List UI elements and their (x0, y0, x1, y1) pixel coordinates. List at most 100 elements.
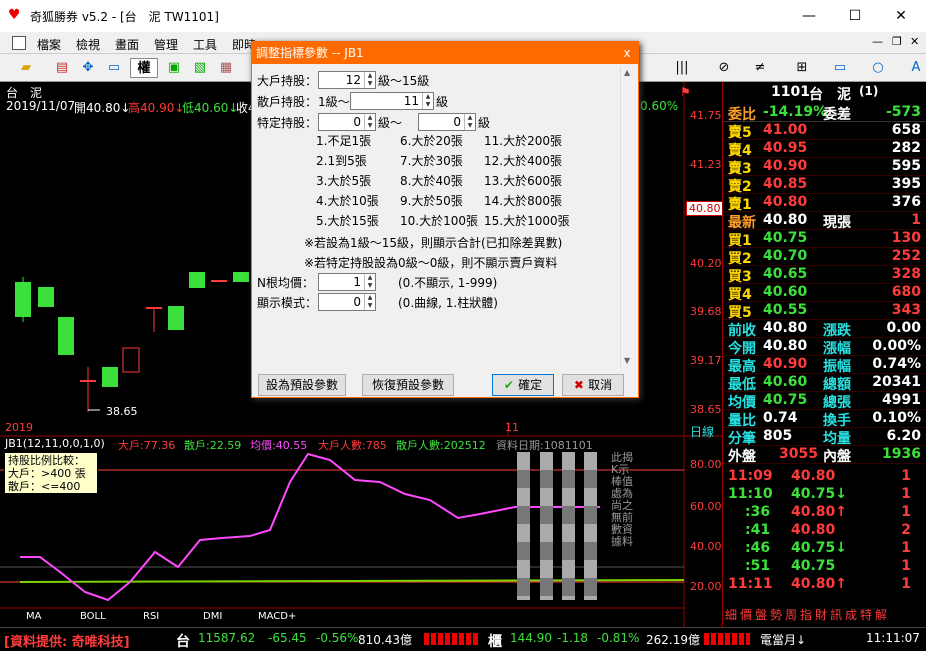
rights-button[interactable]: 權 (130, 58, 158, 78)
small-holder-input[interactable]: 11 ▲ ▼ (350, 92, 434, 110)
ellipse-tool-icon[interactable]: ○ (868, 58, 888, 78)
stat-row[interactable]: 分筆 805 均量 6.20 (723, 428, 926, 447)
spin-icon[interactable]: ▲ ▼ (364, 274, 375, 290)
big-holder-input[interactable]: 12 ▲ ▼ (318, 71, 376, 89)
specific-to-input[interactable]: 0 ▲ ▼ (418, 113, 476, 131)
spin-icon[interactable]: ▲ ▼ (422, 93, 433, 109)
ask-row[interactable]: 賣4 40.95 282 (723, 140, 926, 159)
price-axis-label: 41.23 (690, 158, 722, 171)
tick-row[interactable]: 11:10 40.75↓ 1 (723, 486, 926, 504)
mdi-minimize-button[interactable]: — (872, 35, 883, 48)
cancel-button[interactable]: ✖ 取消 (562, 374, 624, 396)
outin-row[interactable]: 外盤 3055 內盤 1936 (723, 446, 926, 465)
stat-value2: 20341 (872, 374, 921, 390)
eraser-icon[interactable]: ▦ (216, 58, 236, 78)
bid-row[interactable]: 買2 40.70 252 (723, 248, 926, 267)
tick-time: 11:11 (728, 576, 773, 592)
dialog-scrollbar[interactable]: ▲ ▼ (620, 66, 636, 368)
tw-pct: -0.56% (316, 631, 359, 645)
bid-label: 買3 (728, 269, 752, 285)
tab-boll[interactable]: BOLL (80, 611, 106, 622)
tick-row[interactable]: :41 40.80 2 (723, 522, 926, 540)
spin-icon[interactable]: ▲ ▼ (364, 114, 375, 130)
quote-bottom-tabs[interactable]: 細價盤勢周指財訊成特解 (725, 606, 925, 624)
dialog-close-button[interactable]: x (618, 44, 636, 62)
cross-icon: ✖ (573, 378, 589, 392)
display-mode-input[interactable]: 0 ▲ ▼ (318, 293, 376, 311)
menu-view[interactable]: 檢視 (76, 36, 100, 53)
ask-row[interactable]: 賣2 40.85 395 (723, 176, 926, 195)
minimize-button[interactable]: — (786, 0, 832, 32)
bid-row[interactable]: 買3 40.65 328 (723, 266, 926, 285)
chart-pct: 0.60% (640, 99, 679, 113)
ok-button[interactable]: ✔ 確定 (492, 374, 554, 396)
stat-row[interactable]: 前收 40.80 漲跌 0.00 (723, 320, 926, 339)
last-row[interactable]: 最新 40.80 現張 1 (723, 212, 926, 231)
axis-mode-label[interactable]: 日線 (690, 423, 714, 440)
stat-row[interactable]: 最高 40.90 振幅 0.74% (723, 356, 926, 375)
bid-row[interactable]: 買5 40.55 343 (723, 302, 926, 321)
stat-row[interactable]: 量比 0.74 換手 0.10% (723, 410, 926, 429)
tick-row[interactable]: :46 40.75↓ 1 (723, 540, 926, 558)
otc-change: -1.18 (557, 631, 589, 645)
tick-row[interactable]: :51 40.75 1 (723, 558, 926, 576)
rect-tool-icon[interactable]: ▭ (830, 58, 850, 78)
scroll-up-icon[interactable]: ▲ (624, 68, 630, 77)
maximize-button[interactable]: ☐ (832, 0, 878, 32)
tab-macd[interactable]: MACD+ (258, 611, 296, 622)
tick-price: 40.80↑ (791, 576, 848, 592)
restore-default-button[interactable]: 恢復預設參數 (362, 374, 454, 396)
bid-row[interactable]: 買1 40.75 130 (723, 230, 926, 249)
tick-row[interactable]: 11:11 40.80↑ 1 (723, 576, 926, 594)
indicator-params-dialog: 調整指標參數 -- JB1 x 大戶持股： 12 ▲ ▼ 級～15級 散戶持股： 1… (251, 41, 639, 398)
monthly-revenue[interactable]: 電當月↓ (760, 631, 806, 648)
mdi-close-button[interactable]: ✕ (910, 35, 919, 48)
tab-dmi[interactable]: DMI (203, 611, 222, 622)
quote-panel: 1101 台 泥 (1) 委比 -14.19% 委差 -573 賣5 41.00 6… (722, 82, 926, 627)
pattern-tool-icon[interactable]: ▧ (190, 58, 210, 78)
open-folder-icon[interactable]: ▰ (16, 58, 36, 78)
grid-tool-icon[interactable]: ⊞ (792, 58, 812, 78)
set-default-button[interactable]: 設為預設參數 (258, 374, 346, 396)
month-label: 11 (505, 421, 519, 434)
check-icon: ✔ (503, 378, 519, 392)
specific-from-input[interactable]: 0 ▲ ▼ (318, 113, 376, 131)
ask-row[interactable]: 賣3 40.90 595 (723, 158, 926, 177)
menu-manage[interactable]: 管理 (154, 36, 178, 53)
indicator-big: 大戶:77.36 (118, 439, 176, 452)
spin-icon[interactable]: ▲ ▼ (464, 114, 475, 130)
level-option: 11.大於200張 (484, 134, 562, 148)
tick-row[interactable]: 11:09 40.80 1 (723, 468, 926, 486)
tab-ma[interactable]: MA (26, 611, 41, 622)
ask-row[interactable]: 賣5 41.00 658 (723, 122, 926, 141)
low-mark-label: 38.65 (106, 405, 138, 418)
move-icon[interactable]: ✥ (78, 58, 98, 78)
menu-file[interactable]: 檔案 (37, 36, 61, 53)
last-volume: 1 (911, 212, 921, 228)
weibi-label: 委比 (728, 107, 756, 123)
spin-icon[interactable]: ▲ ▼ (364, 72, 375, 88)
panel-icon[interactable]: ▭ (104, 58, 124, 78)
layout-icon[interactable]: ▤ (52, 58, 72, 78)
color-tool-icon[interactable]: ▣ (164, 58, 184, 78)
close-button[interactable]: ✕ (878, 0, 924, 32)
diagonal-tool-icon[interactable]: ⊘ (714, 58, 734, 78)
ind-axis-label: 40.00 (690, 540, 722, 553)
tick-volume: 1 (901, 540, 911, 556)
scroll-down-icon[interactable]: ▼ (624, 356, 630, 365)
vlines-icon[interactable]: ||| (672, 58, 692, 78)
n-avg-input[interactable]: 1 ▲ ▼ (318, 273, 376, 291)
spin-icon[interactable]: ▲ ▼ (364, 294, 375, 310)
ask-row[interactable]: 賣1 40.80 376 (723, 194, 926, 213)
mdi-restore-button[interactable]: ❐ (892, 35, 902, 48)
text-tool-icon[interactable]: A (906, 58, 926, 78)
stat-row[interactable]: 最低 40.60 總額 20341 (723, 374, 926, 393)
tab-rsi[interactable]: RSI (143, 611, 159, 622)
fan-tool-icon[interactable]: ≠ (750, 58, 770, 78)
stat-row[interactable]: 均價 40.75 總張 4991 (723, 392, 926, 411)
tick-row[interactable]: :36 40.80↑ 1 (723, 504, 926, 522)
stat-row[interactable]: 今開 40.80 漲幅 0.00% (723, 338, 926, 357)
menu-screen[interactable]: 畫面 (115, 36, 139, 53)
menu-tools[interactable]: 工具 (193, 36, 217, 53)
bid-row[interactable]: 買4 40.60 680 (723, 284, 926, 303)
